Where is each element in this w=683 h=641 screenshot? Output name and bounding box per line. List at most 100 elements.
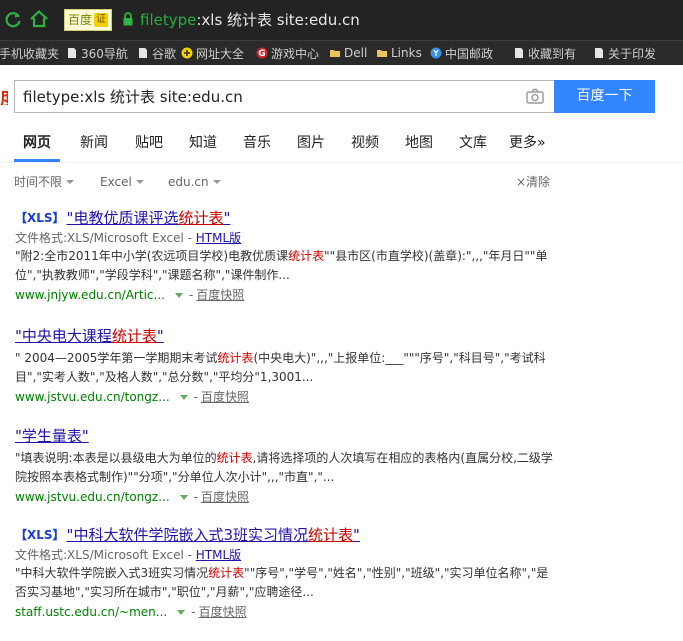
snapshot-link[interactable]: 百度快照 xyxy=(199,602,247,622)
result-title-text[interactable]: " xyxy=(353,526,360,544)
tab-news[interactable]: 新闻 xyxy=(80,133,108,153)
url-field[interactable]: filetype:xls 统计表 site:edu.cn xyxy=(140,9,360,31)
bookmark-label: 中国邮政 xyxy=(445,46,494,61)
result-abstract: "附2:全市2011年中小学(农远项目学校)电教优质课统计表""县市区(市直学校… xyxy=(15,247,555,285)
result-url[interactable]: staff.ustc.edu.cn/~men... xyxy=(15,602,167,622)
abstract-text: "附2:全市2011年中小学(农远项目学校)电教优质课 xyxy=(15,249,289,263)
tab-more[interactable]: 更多» xyxy=(509,133,546,153)
bookmark-item[interactable]: Links xyxy=(376,41,422,65)
search-button[interactable]: 百度一下 xyxy=(554,80,655,113)
result-title[interactable]: "中央电大课程统计表" xyxy=(15,325,575,347)
bookmark-label: Dell xyxy=(344,46,368,60)
clear-filters-button[interactable]: ×清除 xyxy=(516,174,550,190)
postal-icon xyxy=(430,47,442,59)
svg-text:G: G xyxy=(258,49,265,59)
abstract-highlight: 统计表 xyxy=(208,566,245,580)
search-box xyxy=(14,80,554,113)
bookmark-item[interactable]: 谷歌 xyxy=(137,41,176,65)
tab-map[interactable]: 地图 xyxy=(405,133,433,153)
bookmark-item[interactable]: 网址大全 xyxy=(181,41,244,65)
site-badge[interactable]: 百度 证 xyxy=(64,9,113,31)
bookmark-item[interactable]: 关于印发 xyxy=(593,41,656,65)
search-input[interactable] xyxy=(23,81,513,112)
result-file-format: 文件格式:XLS/Microsoft Excel - HTML版 xyxy=(15,546,575,564)
bookmark-item[interactable]: 中国邮政 xyxy=(430,41,493,65)
result-title[interactable]: "学生量表" xyxy=(15,425,575,447)
bookmark-item[interactable]: 收藏到有 xyxy=(513,41,576,65)
result-title-highlight[interactable]: 统计表 xyxy=(112,327,157,345)
bookmark-item[interactable]: G 游戏中心 xyxy=(256,41,319,65)
search-result: "学生量表" "填表说明:本表是以县级电大为单位的统计表,请将选择项的人次填写在… xyxy=(15,425,575,507)
bookmark-label: 360导航 xyxy=(81,46,128,61)
tab-video[interactable]: 视频 xyxy=(351,133,379,153)
abstract-text: "中科大软件学院嵌入式3班实习情况 xyxy=(15,566,209,580)
chevron-down-icon[interactable] xyxy=(179,394,188,400)
bookmarks-bar: 手机收藏夹 360导航 谷歌 网址大全 G 游戏中心 Dell Links 中国邮… xyxy=(0,40,683,65)
result-title[interactable]: 【XLS】 "中科大软件学院嵌入式3班实习情况统计表" xyxy=(15,524,575,546)
search-result: 【XLS】 "电教优质课评选统计表" 文件格式:XLS/Microsoft Exc… xyxy=(15,207,575,305)
chevron-down-icon[interactable] xyxy=(174,292,183,298)
tabs-divider xyxy=(0,162,683,163)
result-url[interactable]: www.jnjyw.edu.cn/Artic... xyxy=(15,285,165,305)
file-format-label: 文件格式:XLS/Microsoft Excel - xyxy=(15,231,196,245)
url-rest: :xls 统计表 site:edu.cn xyxy=(196,11,360,29)
chevron-down-icon[interactable] xyxy=(179,494,188,500)
certificate-badge: 证 xyxy=(94,13,109,27)
result-title-text[interactable]: " xyxy=(223,209,230,227)
result-title-text[interactable]: " xyxy=(157,327,164,345)
result-file-format: 文件格式:XLS/Microsoft Excel - HTML版 xyxy=(15,229,575,247)
search-tabs: 网页 新闻 贴吧 知道 音乐 图片 视频 地图 文库 更多» xyxy=(0,127,683,163)
result-url[interactable]: www.jstvu.edu.cn/tongz... xyxy=(15,487,170,507)
result-title-text[interactable]: "中央电大课程 xyxy=(15,327,112,345)
chevron-down-icon[interactable] xyxy=(177,609,186,615)
page-icon xyxy=(515,48,523,58)
result-title[interactable]: 【XLS】 "电教优质课评选统计表" xyxy=(15,207,575,229)
tab-wenku[interactable]: 文库 xyxy=(459,133,487,153)
tab-images[interactable]: 图片 xyxy=(297,133,325,153)
html-version-link[interactable]: HTML版 xyxy=(196,231,241,245)
time-filter[interactable]: 时间不限 xyxy=(14,174,75,190)
result-url-row: www.jstvu.edu.cn/tongz... - 百度快照 xyxy=(15,487,575,507)
abstract-highlight: 统计表 xyxy=(217,351,254,365)
page-icon xyxy=(68,48,76,58)
format-filter[interactable]: Excel xyxy=(100,174,144,190)
abstract-text: "填表说明:本表是以县级电大为单位的 xyxy=(15,451,217,465)
bookmark-label: 收藏到有 xyxy=(528,46,577,61)
result-title-text[interactable]: "学生量表" xyxy=(15,427,89,445)
result-title-text[interactable]: "电教优质课评选 xyxy=(67,209,179,227)
bookmark-item[interactable]: 360导航 xyxy=(66,41,128,65)
lock-icon xyxy=(123,12,133,26)
bookmark-item[interactable]: 手机收藏夹 xyxy=(0,41,59,65)
tab-zhidao[interactable]: 知道 xyxy=(189,133,217,153)
home-icon[interactable] xyxy=(28,8,50,30)
search-result: 【XLS】 "中科大软件学院嵌入式3班实习情况统计表" 文件格式:XLS/Micr… xyxy=(15,524,575,622)
html-version-link[interactable]: HTML版 xyxy=(196,548,241,562)
snapshot-link[interactable]: 百度快照 xyxy=(201,387,249,407)
folder-icon xyxy=(330,50,340,57)
xls-tag: 【XLS】 xyxy=(15,528,65,542)
abstract-highlight: 统计表 xyxy=(216,451,253,465)
abstract-highlight: 统计表 xyxy=(288,249,325,263)
address-bar: 百度 证 filetype:xls 统计表 site:edu.cn xyxy=(0,0,683,40)
bookmark-item[interactable]: Dell xyxy=(329,41,367,65)
time-filter-label: 时间不限 xyxy=(14,175,63,189)
refresh-icon[interactable] xyxy=(2,8,24,30)
filter-bar: 时间不限 Excel edu.cn ×清除 xyxy=(0,170,683,194)
result-title-text[interactable]: "中科大软件学院嵌入式3班实习情况 xyxy=(67,526,308,544)
site-badge-label: 百度 xyxy=(68,13,93,27)
baidu-logo-fragment[interactable]: 度 xyxy=(0,85,8,105)
result-url-row: www.jnjyw.edu.cn/Artic... - 百度快照 xyxy=(15,285,575,305)
result-title-highlight[interactable]: 统计表 xyxy=(178,209,223,227)
result-url[interactable]: www.jstvu.edu.cn/tongz... xyxy=(15,387,170,407)
result-title-highlight[interactable]: 统计表 xyxy=(308,526,353,544)
snapshot-link[interactable]: 百度快照 xyxy=(201,487,249,507)
bookmark-label: 手机收藏夹 xyxy=(0,46,60,61)
result-abstract: "填表说明:本表是以县级电大为单位的统计表,请将选择项的人次填写在相应的表格内(… xyxy=(15,449,555,487)
tab-web[interactable]: 网页 xyxy=(23,133,51,153)
tab-music[interactable]: 音乐 xyxy=(243,133,271,153)
tab-tieba[interactable]: 贴吧 xyxy=(135,133,163,153)
site-filter[interactable]: edu.cn xyxy=(168,174,221,190)
snapshot-link[interactable]: 百度快照 xyxy=(196,285,244,305)
camera-icon[interactable] xyxy=(526,88,544,104)
bookmark-label: 关于印发 xyxy=(608,46,657,61)
